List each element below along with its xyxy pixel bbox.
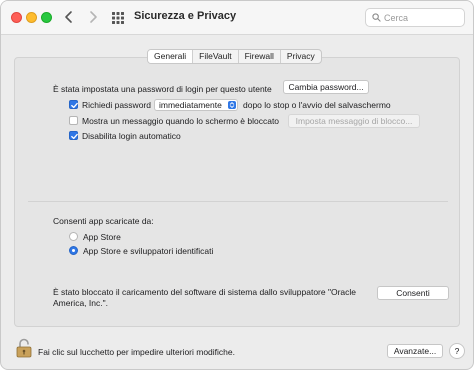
require-password-select-value: immediatamente [159, 100, 222, 110]
tab-filevault[interactable]: FileVault [193, 50, 239, 63]
set-lock-message-button[interactable]: Imposta messaggio di blocco... [288, 114, 420, 128]
tab-privacy[interactable]: Privacy [281, 50, 321, 63]
back-chevron-icon[interactable] [61, 8, 77, 26]
forward-chevron-icon[interactable] [85, 8, 101, 26]
change-password-button[interactable]: Cambia password... [283, 80, 369, 94]
minimize-button[interactable] [26, 12, 37, 23]
search-input[interactable] [384, 11, 460, 25]
title-bar: Sicurezza e Privacy [1, 1, 473, 35]
checkmark-icon [71, 102, 78, 109]
disable-auto-login-checkbox[interactable] [69, 131, 78, 140]
app-store-label: App Store [83, 232, 121, 242]
show-message-checkbox[interactable] [69, 116, 78, 125]
show-all-grid-icon[interactable] [111, 11, 125, 25]
disable-auto-login-label: Disabilita login automatico [82, 131, 181, 141]
require-password-select[interactable]: immediatamente [154, 99, 238, 111]
general-panel: È stata impostata una password di login … [14, 57, 460, 327]
password-set-text: È stata impostata una password di login … [53, 84, 272, 94]
lock-open-icon[interactable] [16, 338, 32, 358]
close-button[interactable] [11, 12, 22, 23]
window-title: Sicurezza e Privacy [134, 10, 237, 22]
allow-button[interactable]: Consenti [377, 286, 449, 300]
search-field[interactable] [365, 8, 465, 27]
app-store-developers-label: App Store e sviluppatori identificati [83, 246, 214, 256]
tab-firewall[interactable]: Firewall [239, 50, 281, 63]
allow-apps-label: Consenti app scaricate da: [53, 216, 154, 226]
help-button[interactable]: ? [449, 343, 465, 359]
app-store-radio[interactable] [69, 232, 78, 241]
blocked-software-text-line2: America, Inc.". [53, 298, 108, 308]
require-password-label: Richiedi password [82, 100, 151, 110]
advanced-button[interactable]: Avanzate... [387, 344, 443, 358]
show-message-label: Mostra un messaggio quando lo schermo è … [82, 116, 280, 126]
zoom-button[interactable] [41, 12, 52, 23]
search-icon [372, 13, 381, 22]
section-divider [28, 201, 448, 202]
lock-hint-text: Fai clic sul lucchetto per impedire ulte… [38, 347, 235, 357]
require-password-checkbox[interactable] [69, 100, 78, 109]
tab-bar: Generali FileVault Firewall Privacy [147, 49, 322, 64]
tab-generali[interactable]: Generali [148, 50, 194, 63]
require-password-suffix: dopo lo stop o l'avvio del salvaschermo [243, 100, 391, 110]
blocked-software-text-line1: È stato bloccato il caricamento del soft… [53, 287, 357, 297]
chevron-updown-icon [228, 101, 236, 109]
preferences-window: Sicurezza e Privacy È stata impostata un… [0, 0, 474, 370]
checkmark-icon [71, 133, 78, 140]
app-store-developers-radio[interactable] [69, 246, 78, 255]
